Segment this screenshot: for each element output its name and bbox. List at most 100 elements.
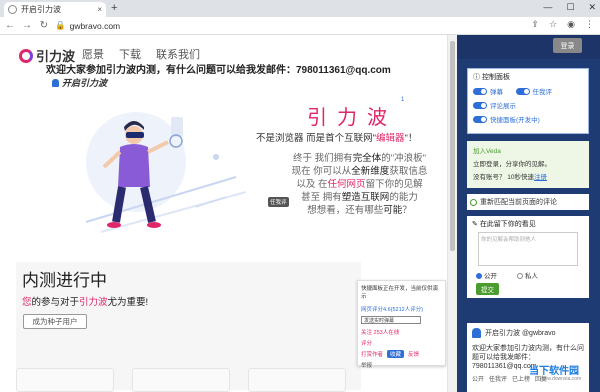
toggles: 弹幕 任我评 评论展示 快捷面板(开发中) — [473, 86, 583, 128]
watermark-url: www.downxia.com — [540, 376, 582, 382]
para-2a: 现在 你可以从 — [291, 166, 352, 177]
tab-favicon-icon — [8, 5, 17, 14]
switch-icon — [515, 87, 530, 95]
scrollbar-thumb[interactable] — [450, 41, 455, 251]
toggle-quickpanel[interactable]: 快捷面板(开发中) — [473, 114, 540, 124]
maximize-icon[interactable]: ☐ — [566, 2, 574, 13]
nav-download[interactable]: 下载 — [119, 46, 141, 62]
minimize-icon[interactable]: — — [543, 2, 552, 13]
toggle-danmaku[interactable]: 弹幕 — [473, 86, 503, 96]
para-4a: 甚至 拥有 — [301, 192, 342, 203]
beta-title: 内测进行中 — [22, 271, 107, 290]
profile-icon[interactable]: ◉ — [567, 19, 575, 30]
page-content: 引力波 愿景 下载 联系我们 欢迎大家参加引力波内测，有什么问题可以给我发邮件：… — [0, 35, 447, 392]
hero-version: 1 — [401, 97, 405, 103]
browser-tab[interactable]: 开启引力波 × — [4, 2, 106, 17]
page-scrollbar[interactable] — [447, 35, 457, 392]
veda-title: 加入Veda — [473, 148, 501, 155]
veda-text: 立即登录，分享你的见解。 — [473, 161, 551, 168]
beta-subtitle: 您的参与对于引力波尤为重要! — [22, 294, 148, 308]
star-icon[interactable]: ☆ — [549, 19, 557, 30]
control-panel-title: ⓘ 控制面板 — [473, 72, 583, 82]
feature-card[interactable] — [16, 368, 114, 392]
favorite-button[interactable]: 收藏 — [387, 350, 405, 358]
hero-illustration — [85, 112, 247, 233]
tagline-prefix: 不是浏览器 而是首个互联网" — [256, 133, 377, 144]
para-1b: 完全体 — [352, 153, 382, 164]
address-bar[interactable]: 🔒 gwbravo.com — [55, 20, 120, 31]
popup-follow[interactable]: 关注 253人在线 — [361, 328, 442, 336]
sidebar: 登录 ⓘ 控制面板 弹幕 任我评 评论展示 快捷面板(开发中) 加入Veda 立即… — [457, 35, 600, 392]
menu-icon[interactable]: ⋮ — [585, 19, 594, 30]
para-line-3: 以及 在任何网页留下你的见解 — [272, 178, 447, 191]
feedback-link[interactable]: 反馈 — [408, 350, 419, 358]
feature-card[interactable] — [248, 368, 346, 392]
tab-close-icon[interactable]: × — [97, 5, 102, 14]
login-button[interactable]: 登录 — [553, 38, 582, 53]
danmaku-input[interactable]: 发送实时弹幕 — [361, 316, 421, 324]
quick-panel-popup: 快捷面板正在开发，当前仅供演示 网页评分4.6(5212人评分) 发送实时弹幕 … — [357, 280, 446, 369]
para-line-5: 想想看，还有哪些可能？ — [272, 204, 447, 217]
control-title-text: 控制面板 — [482, 74, 510, 81]
comment-title: ✎ 在此留下你的看见 — [472, 219, 584, 229]
close-window-icon[interactable]: ✕ — [588, 2, 596, 13]
para-line-2: 现在 你可以从全新维度获取信息 — [272, 165, 447, 178]
comment-textarea[interactable]: 你的见解会帮助到他人 — [478, 232, 578, 266]
para-3a: 以及 在 — [296, 179, 328, 190]
reload-icon[interactable]: ↻ — [37, 20, 51, 31]
radio-private-label: 私人 — [525, 273, 538, 280]
site-nav: 愿景 下载 联系我们 — [82, 46, 200, 62]
switch-icon — [473, 87, 487, 95]
veda-register: 没有账号？ 10秒快速注册 — [473, 171, 583, 181]
tip-author-link[interactable]: 打赏作者 — [361, 350, 383, 358]
lock-icon: 🔒 — [55, 20, 66, 30]
visibility-radios: 公开 私人 — [472, 270, 584, 280]
report-link[interactable]: 举报 — [361, 361, 442, 369]
para-2b: 全新维度 — [351, 166, 390, 177]
toggle-renwoping[interactable]: 任我评 — [515, 86, 553, 96]
inline-tooltip: 任我评 — [268, 197, 289, 207]
welcome-text: 欢迎大家参加引力波内测，有什么问题可以给我发邮件：798011361@qq.co… — [46, 65, 391, 76]
beta-sub-post: 尤为重要! — [107, 297, 149, 308]
para-5a: 想想看，还有哪些 — [307, 205, 384, 216]
comment-action[interactable]: 公开 — [472, 374, 484, 383]
beta-sub-mid: 的参与对于 — [31, 297, 80, 308]
nav-contact[interactable]: 联系我们 — [156, 46, 200, 62]
start-link[interactable]: 开启引力波 — [52, 76, 107, 89]
toggle-label: 任我评 — [532, 89, 553, 96]
forward-icon[interactable]: → — [20, 20, 34, 31]
rematch-label: 重新匹配当前页面的评论 — [480, 199, 557, 206]
para-2c: 获取信息 — [389, 166, 428, 177]
register-link[interactable]: 注册 — [534, 174, 547, 181]
para-5c: ？ — [402, 205, 412, 216]
switch-icon — [473, 101, 487, 109]
author-name[interactable]: 开启引力波 @gwbravo — [485, 328, 556, 338]
seed-user-button[interactable]: 成为种子用户 — [23, 314, 87, 329]
para-line-4: 甚至 拥有塑造互联网的能力 — [272, 191, 447, 204]
share-icon[interactable]: ⇪ — [532, 19, 540, 30]
radio-public-label: 公开 — [484, 273, 497, 280]
popup-title: 快捷面板正在开发，当前仅供演示 — [361, 286, 439, 300]
submit-button[interactable]: 提交 — [476, 283, 499, 295]
toggle-comments[interactable]: 评论展示 — [473, 100, 516, 110]
toolbar-actions: ⇪ ☆ ◉ ⋮ — [532, 19, 594, 30]
radio-dot-icon — [476, 273, 482, 279]
back-icon[interactable]: ← — [3, 20, 17, 31]
user-icon — [52, 78, 59, 87]
comment-action[interactable]: 任我评 — [489, 374, 507, 383]
hero-paragraph: 终于 我们拥有完全体的"冲浪板" 现在 你可以从全新维度获取信息 以及 在任何网… — [272, 152, 447, 217]
popup-rate[interactable]: 评分 — [361, 339, 442, 347]
rematch-comments-button[interactable]: 重新匹配当前页面的评论 — [467, 194, 589, 210]
nav-vision[interactable]: 愿景 — [82, 46, 104, 62]
new-tab-button[interactable]: + — [111, 2, 117, 14]
para-4c: 的能力 — [389, 192, 418, 203]
feature-card[interactable] — [132, 368, 230, 392]
tagline-highlight: 编辑器 — [376, 133, 405, 144]
comment-author: 开启引力波 @gwbravo — [472, 328, 584, 338]
radio-public[interactable]: 公开 — [476, 270, 497, 280]
comment-action[interactable]: 已上榜 — [512, 374, 530, 383]
url-text: gwbravo.com — [69, 20, 121, 31]
pen-icon: ✎ — [472, 221, 480, 228]
hero-tagline: 不是浏览器 而是首个互联网"编辑器"！ — [256, 130, 417, 144]
radio-private[interactable]: 私人 — [517, 270, 538, 280]
